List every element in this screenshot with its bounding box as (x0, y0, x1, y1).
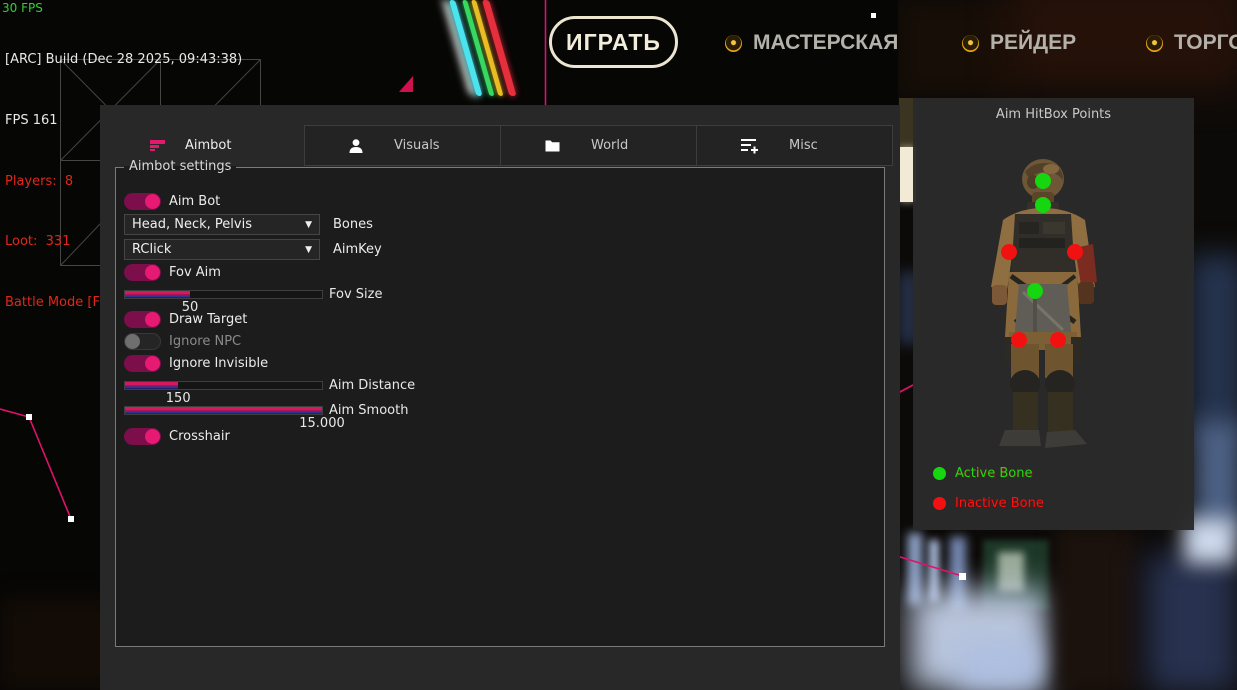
aimkey-label: AimKey (333, 242, 382, 257)
bones-label: Bones (333, 217, 373, 232)
ignore-npc-toggle[interactable] (124, 333, 161, 350)
crosshair-label: Crosshair (169, 429, 230, 444)
inactive-bone-dot-icon (933, 497, 946, 510)
nav-item-workshop[interactable]: МАСТЕРСКАЯ (725, 31, 898, 55)
build-text: [ARC] Build (Dec 28 2025, 09:43:38) (5, 50, 242, 70)
coin-icon (1146, 35, 1163, 52)
bones-dropdown-value: Head, Neck, Pelvis (132, 217, 252, 232)
background-light-blob (956, 640, 1041, 690)
tab-misc[interactable]: Misc (696, 125, 893, 166)
aim-bot-row: Aim Bot (124, 193, 220, 210)
aimkey-dropdown-value: RClick (132, 242, 171, 257)
chevron-down-icon: ▼ (305, 220, 312, 230)
legend-inactive-bone: Inactive Bone (933, 496, 1044, 511)
draw-target-row: Draw Target (124, 311, 247, 328)
bones-row: Head, Neck, Pelvis ▼ Bones (124, 214, 373, 235)
bone-dot-right-shoulder[interactable] (1067, 244, 1083, 260)
person-icon (349, 139, 363, 153)
pistol-icon (150, 139, 166, 152)
ignore-npc-label: Ignore NPC (169, 334, 241, 349)
nav-item-raider[interactable]: РЕЙДЕР (962, 31, 1076, 55)
aim-bot-label: Aim Bot (169, 194, 220, 209)
legend-inactive-label: Inactive Bone (955, 496, 1044, 511)
tab-visuals-label: Visuals (394, 138, 440, 153)
aim-distance-label: Aim Distance (329, 378, 415, 393)
active-bone-dot-icon (933, 467, 946, 480)
tab-world-label: World (591, 138, 628, 153)
background-blob (1146, 553, 1237, 690)
cheat-menu-panel: Aimbot Visuals World (100, 105, 900, 690)
background-blob (1190, 255, 1237, 435)
aim-distance-row: 150 Aim Distance (124, 378, 415, 393)
tab-world[interactable]: World (500, 125, 697, 166)
aimkey-dropdown[interactable]: RClick ▼ (124, 239, 320, 260)
bone-dot-right-hip[interactable] (1050, 332, 1066, 348)
crosshair-toggle[interactable] (124, 428, 161, 445)
legend-active-label: Active Bone (955, 466, 1032, 481)
folder-icon (545, 139, 560, 152)
tab-aimbot-label: Aimbot (185, 138, 231, 153)
bone-dot-pelvis[interactable] (1027, 283, 1043, 299)
ignore-invisible-label: Ignore Invisible (169, 356, 268, 371)
ignore-invisible-toggle[interactable] (124, 355, 161, 372)
aim-hitbox-panel: Aim HitBox Points (913, 98, 1194, 530)
fov-aim-row: Fov Aim (124, 264, 221, 281)
game-screen: 30 FPS [ARC] Build (Dec 28 2025, 09:43:3… (0, 0, 1237, 690)
tab-visuals[interactable]: Visuals (304, 125, 501, 166)
sliders-icon (741, 137, 758, 154)
play-button[interactable]: ИГРАТЬ (549, 16, 678, 68)
bone-dot-left-hip[interactable] (1011, 332, 1027, 348)
bone-dot-neck[interactable] (1035, 197, 1051, 213)
bones-dropdown[interactable]: Head, Neck, Pelvis ▼ (124, 214, 320, 235)
aim-smooth-slider[interactable]: 15.000 (124, 406, 323, 415)
nav-item-label: МАСТЕРСКАЯ (753, 31, 898, 55)
bone-dot-left-shoulder[interactable] (1001, 244, 1017, 260)
coin-icon (725, 35, 742, 52)
aim-distance-slider[interactable]: 150 (124, 381, 323, 390)
aim-smooth-row: 15.000 Aim Smooth (124, 403, 408, 418)
nav-item-trade[interactable]: ТОРГО (1146, 31, 1237, 55)
crosshair-row: Crosshair (124, 428, 230, 445)
ignore-npc-row: Ignore NPC (124, 333, 241, 350)
fov-aim-toggle[interactable] (124, 264, 161, 281)
fov-aim-label: Fov Aim (169, 265, 221, 280)
tab-misc-label: Misc (789, 138, 818, 153)
background-blob (1056, 528, 1134, 690)
background-sign-glyph (998, 552, 1024, 592)
legend-active-bone: Active Bone (933, 466, 1032, 481)
fov-size-row: 50 Fov Size (124, 287, 382, 302)
ignore-invisible-row: Ignore Invisible (124, 355, 268, 372)
bone-dot-head[interactable] (1035, 173, 1051, 189)
draw-target-toggle[interactable] (124, 311, 161, 328)
aim-smooth-value: 15.000 (299, 416, 345, 431)
group-title: Aimbot settings (124, 159, 236, 174)
coin-icon (962, 35, 979, 52)
nav-item-label: ТОРГО (1174, 31, 1237, 55)
aim-bot-toggle[interactable] (124, 193, 161, 210)
aimkey-row: RClick ▼ AimKey (124, 239, 382, 260)
fov-size-slider[interactable]: 50 (124, 290, 323, 299)
fov-size-label: Fov Size (329, 287, 382, 302)
nav-item-label: РЕЙДЕР (990, 31, 1076, 55)
draw-target-label: Draw Target (169, 312, 247, 327)
white-dot (871, 13, 876, 18)
chevron-down-icon: ▼ (305, 245, 312, 255)
play-button-label: ИГРАТЬ (566, 29, 661, 56)
